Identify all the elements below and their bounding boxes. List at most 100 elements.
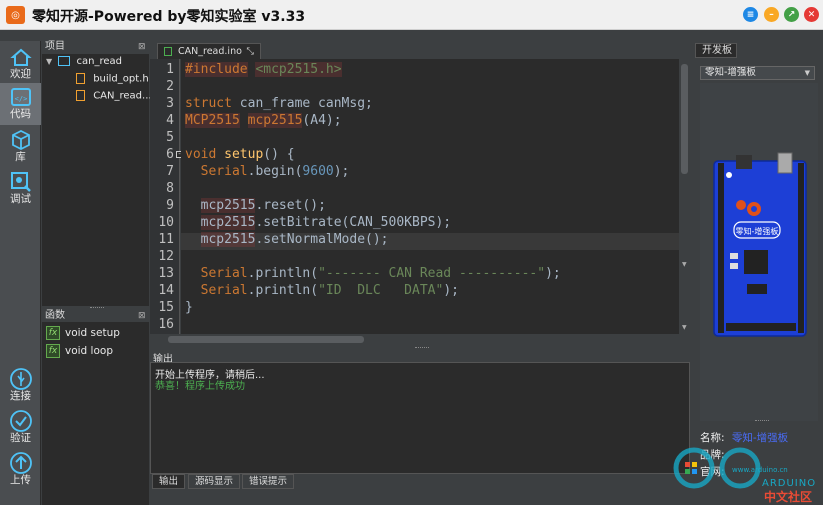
code-line: void setup() { <box>185 147 295 162</box>
functions-panel-close-icon[interactable]: ⊠ <box>138 311 146 321</box>
svg-text:</>: </> <box>14 95 27 103</box>
sidebar-item-label: 代码 <box>10 108 31 120</box>
scroll-down-arrow-icon[interactable]: ▼ <box>682 324 687 331</box>
sidebar-item-label: 调试 <box>10 193 31 205</box>
line-number: 2 <box>166 79 174 94</box>
board-select-value: 零知-增强板 <box>705 67 756 78</box>
code-line: MCP2515 mcp2515(A4); <box>185 113 342 128</box>
upload-icon <box>9 452 32 474</box>
line-number: 1 <box>166 62 174 77</box>
editor-horizontal-scroll-thumb[interactable] <box>168 336 364 343</box>
code-line: #include <mcp2515.h> <box>185 62 342 77</box>
sidebar-item-library[interactable]: 库 <box>0 126 41 168</box>
code-line: Serial.println("------- CAN Read -------… <box>200 266 561 281</box>
code-editor[interactable]: #include <mcp2515.h> struct can_frame ca… <box>181 59 679 334</box>
output-tab-bar: 输出 源码显示 错误提示 <box>150 474 690 489</box>
scroll-down-arrow-icon[interactable]: ▼ <box>682 261 687 268</box>
tree-file[interactable]: CAN_read... <box>76 90 152 102</box>
maximize-button[interactable]: ↗ <box>784 7 799 22</box>
functions-list: fx void setup fx void loop <box>42 322 149 505</box>
tree-file[interactable]: build_opt.h <box>76 73 149 85</box>
tab-label: CAN_read.ino <box>178 46 242 57</box>
code-line: Serial.begin(9600); <box>200 164 350 179</box>
tab-source[interactable]: 源码显示 <box>188 474 241 489</box>
line-number: 10 <box>158 215 174 230</box>
file-icon <box>76 73 85 84</box>
check-icon <box>9 410 32 432</box>
line-number: 5 <box>166 130 174 145</box>
minimize-button[interactable]: – <box>764 7 779 22</box>
output-header: 输出 <box>150 349 690 365</box>
app-logo-icon: ◎ <box>6 6 25 24</box>
sidebar-item-welcome[interactable]: 欢迎 <box>0 43 41 85</box>
function-label: void loop <box>65 345 113 357</box>
usb-icon <box>9 368 32 390</box>
code-line: mcp2515.setBitrate(CAN_500KBPS); <box>200 215 452 230</box>
tab-can-read[interactable]: CAN_read.ino ⤡ <box>157 43 261 59</box>
upload-label: 上传 <box>10 474 31 486</box>
code-line: } <box>185 300 193 315</box>
arduino-cn-watermark: ARDUINO 中文社区 www.arduino.cn <box>668 438 820 505</box>
function-item[interactable]: fx void loop <box>46 344 113 358</box>
menu-button[interactable]: ≡ <box>743 7 758 22</box>
line-number: 4 <box>166 113 174 128</box>
board-panel-tab[interactable]: 开发板 <box>695 43 737 58</box>
line-number: 13 <box>158 266 174 281</box>
board-select[interactable]: 零知-增强板 ▼ <box>700 66 815 80</box>
board-label: 零知-增强板 <box>736 226 779 236</box>
upload-button[interactable]: 上传 <box>0 449 41 491</box>
tree-file-label: CAN_read... <box>93 90 152 102</box>
editor-tab-bar: CAN_read.ino ⤡ <box>150 41 679 59</box>
line-number: 15 <box>158 300 174 315</box>
close-button[interactable]: ✕ <box>804 7 819 22</box>
splitter-handle[interactable] <box>755 420 769 422</box>
function-item[interactable]: fx void setup <box>46 326 120 340</box>
line-number: 8 <box>166 181 174 196</box>
cube-icon <box>11 129 30 151</box>
line-number: 6 <box>166 147 174 162</box>
title-bar: ◎ 零知开源-Powered by零知实验室 v3.33 ≡ – ↗ ✕ <box>0 0 823 30</box>
tab-errors[interactable]: 错误提示 <box>242 474 295 489</box>
app-window: ◎ 零知开源-Powered by零知实验室 v3.33 ≡ – ↗ ✕ 欢迎 … <box>0 0 823 505</box>
function-icon: fx <box>46 326 60 340</box>
code-icon: </> <box>10 88 31 106</box>
functions-panel-header: 函数 <box>45 310 65 321</box>
function-label: void setup <box>65 327 120 339</box>
left-toolbar: 欢迎 </> 代码 库 调试 连接 验证 上传 <box>0 41 41 505</box>
code-line: mcp2515.setNormalMode(); <box>200 232 389 247</box>
project-panel-close-icon[interactable]: ⊠ <box>138 42 146 52</box>
function-icon: fx <box>46 344 60 358</box>
sidebar-item-label: 欢迎 <box>10 68 31 80</box>
code-line: Serial.println("ID DLC DATA"); <box>200 283 459 298</box>
line-number: 9 <box>166 198 174 213</box>
connect-label: 连接 <box>10 390 31 402</box>
output-console: 开始上传程序，请稍后... 恭喜！程序上传成功 <box>150 362 690 474</box>
line-number: 11 <box>158 232 174 247</box>
verify-button[interactable]: 验证 <box>0 407 41 449</box>
sidebar-item-label: 库 <box>15 151 26 163</box>
code-line: struct can_frame canMsg; <box>185 96 373 111</box>
output-line: 恭喜！程序上传成功 <box>155 381 245 392</box>
home-icon <box>9 48 32 66</box>
code-line: mcp2515.reset(); <box>200 198 326 213</box>
editor-vertical-scroll-thumb[interactable] <box>681 64 688 174</box>
tab-pin-icon[interactable]: ⤡ <box>246 44 254 59</box>
tab-output[interactable]: 输出 <box>152 474 186 489</box>
splitter-handle[interactable] <box>90 307 104 309</box>
line-number: 12 <box>158 249 174 264</box>
connect-button[interactable]: 连接 <box>0 365 41 407</box>
file-tab-icon <box>164 47 172 56</box>
sidebar-item-debug[interactable]: 调试 <box>0 168 41 210</box>
project-tree: ▼ can_read build_opt.h CAN_read... <box>42 54 152 306</box>
bug-icon <box>10 172 31 192</box>
board-image-view: 零知-增强板 <box>700 83 818 421</box>
project-panel-header: 项目 <box>45 41 65 52</box>
line-number: 3 <box>166 96 174 111</box>
splitter-handle[interactable] <box>415 347 429 349</box>
line-number: 7 <box>166 164 174 179</box>
tree-file-label: build_opt.h <box>93 73 149 85</box>
expand-arrow-icon: ▼ <box>46 57 53 66</box>
sidebar-item-code[interactable]: </> 代码 <box>0 83 41 125</box>
tree-root[interactable]: ▼ can_read <box>46 56 122 67</box>
verify-label: 验证 <box>10 432 31 444</box>
